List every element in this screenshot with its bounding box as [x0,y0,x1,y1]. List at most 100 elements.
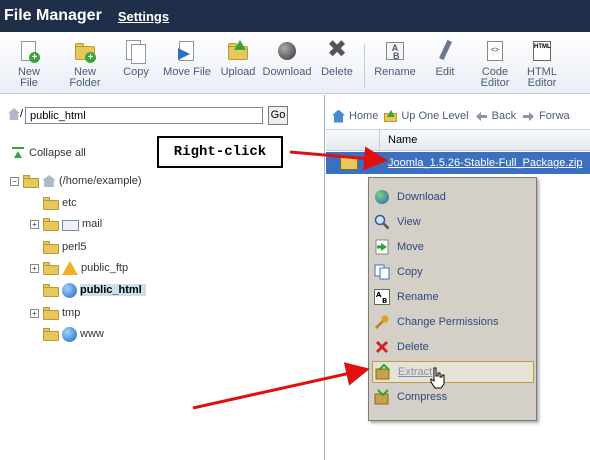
new-folder-icon: + [74,40,96,64]
folder-icon [43,283,59,297]
collapse-icon [12,147,24,159]
forward-label: Forwa [539,110,570,122]
file-row-selected[interactable]: Joomla_1.5.26-Stable-Full_Package.zip [326,152,590,174]
tree-root[interactable]: − (/home/example) [10,171,142,191]
menu-item-label: View [397,216,421,228]
home-icon [42,175,56,187]
copy-label: Copy [123,66,149,78]
type-column-header[interactable] [326,129,380,151]
home-label: Home [349,110,379,122]
tree-item-mail[interactable]: + mail [30,214,102,234]
code-editor-label: Code Editor [480,66,510,89]
expand-toggle-icon[interactable]: + [30,263,39,273]
tree-item-label: public_html [80,284,146,296]
tree-item-public-ftp[interactable]: + public_ftp [30,258,128,278]
collapse-toggle-icon[interactable]: − [10,176,19,186]
home-button[interactable]: Home [332,109,379,123]
collapse-all-link[interactable]: Collapse all [12,147,86,159]
delete-label: Delete [321,66,353,78]
tree-item-perl5[interactable]: perl5 [43,237,86,257]
new-file-button[interactable]: + New File [8,40,50,89]
tree-root-label: (/home/example) [59,175,142,187]
edit-button[interactable]: Edit [427,39,463,78]
folder-icon [43,240,59,254]
title-bar: File Manager Settings [0,0,590,32]
folder-icon [43,196,59,210]
folder-icon [23,174,39,188]
up-one-level-button[interactable]: Up One Level [384,109,469,123]
menu-item-view[interactable]: View [372,211,534,233]
rename-button[interactable]: A B Rename [373,40,417,78]
upload-button[interactable]: Upload [218,40,258,78]
copy-icon [374,264,390,280]
new-file-icon: + [18,40,40,64]
delete-icon [374,339,390,355]
home-icon [8,108,20,120]
menu-item-label: Extract [398,366,433,378]
mail-icon [62,219,79,231]
back-arrow-icon [475,110,488,123]
menu-item-change-permissions[interactable]: Change Permissions [372,311,534,333]
code-editor-icon: <> [484,40,506,64]
extract-icon [375,363,391,380]
go-button[interactable]: Go [268,106,288,125]
move-file-label: Move File [163,66,211,78]
rename-label: Rename [374,66,416,78]
menu-item-label: Change Permissions [397,316,499,328]
upload-label: Upload [220,66,256,78]
forward-arrow-icon [522,110,535,123]
download-icon [276,40,298,64]
menu-item-label: Copy [397,266,423,278]
download-button[interactable]: Download [262,40,312,78]
menu-item-move[interactable]: Move [372,236,534,258]
svg-text:B: B [382,297,387,305]
expand-toggle-icon[interactable]: + [30,219,39,229]
tree-item-www[interactable]: www [43,324,104,344]
delete-button[interactable]: ✖ Delete [318,38,356,78]
new-folder-button[interactable]: + New Folder [62,40,108,89]
menu-item-rename[interactable]: AB Rename [372,286,534,308]
up-folder-icon [384,109,398,123]
annotation-callout: Right-click [157,136,283,168]
menu-item-extract[interactable]: Extract [372,361,534,383]
download-label: Download [262,66,312,78]
file-name[interactable]: Joomla_1.5.26-Stable-Full_Package.zip [388,157,582,169]
tree-item-etc[interactable]: etc [43,193,77,213]
menu-item-copy[interactable]: Copy [372,261,534,283]
path-prefix: / [20,108,24,120]
menu-item-download[interactable]: Download [372,186,534,208]
menu-item-label: Move [397,241,424,253]
move-file-button[interactable]: Move File [162,40,212,78]
home-icon [332,109,345,123]
back-label: Back [491,110,517,122]
app-title: File Manager [4,7,102,24]
copy-button[interactable]: Copy [116,40,156,78]
edit-label: Edit [435,66,455,78]
menu-item-delete[interactable]: Delete [372,336,534,358]
folder-icon [43,261,59,275]
code-editor-button[interactable]: <> Code Editor [475,40,515,89]
forward-button[interactable]: Forwa [522,110,570,123]
expand-toggle-icon[interactable]: + [30,308,39,318]
move-file-icon [176,40,198,64]
menu-item-label: Rename [397,291,439,303]
edit-icon [434,39,456,64]
tree-item-label: mail [82,218,103,230]
back-button[interactable]: Back [475,110,516,123]
tree-item-tmp[interactable]: + tmp [30,303,80,323]
name-column-header[interactable]: Name [388,134,417,146]
compress-icon [374,389,390,405]
folder-icon [43,327,59,341]
tree-item-public-html[interactable]: public_html [43,280,146,300]
tree-item-label: perl5 [62,241,87,253]
download-icon [374,189,390,205]
html-editor-icon: HTML [531,40,553,64]
path-input[interactable] [25,107,263,124]
toolbar: + New File + New Folder Copy Move File U… [0,32,590,94]
path-bar: / Go [0,95,325,133]
settings-link[interactable]: Settings [118,9,169,24]
menu-item-compress[interactable]: Compress [372,386,534,408]
html-editor-button[interactable]: HTML HTML Editor [525,40,559,89]
tree-item-label: public_ftp [81,262,129,274]
menu-item-label: Delete [397,341,429,353]
